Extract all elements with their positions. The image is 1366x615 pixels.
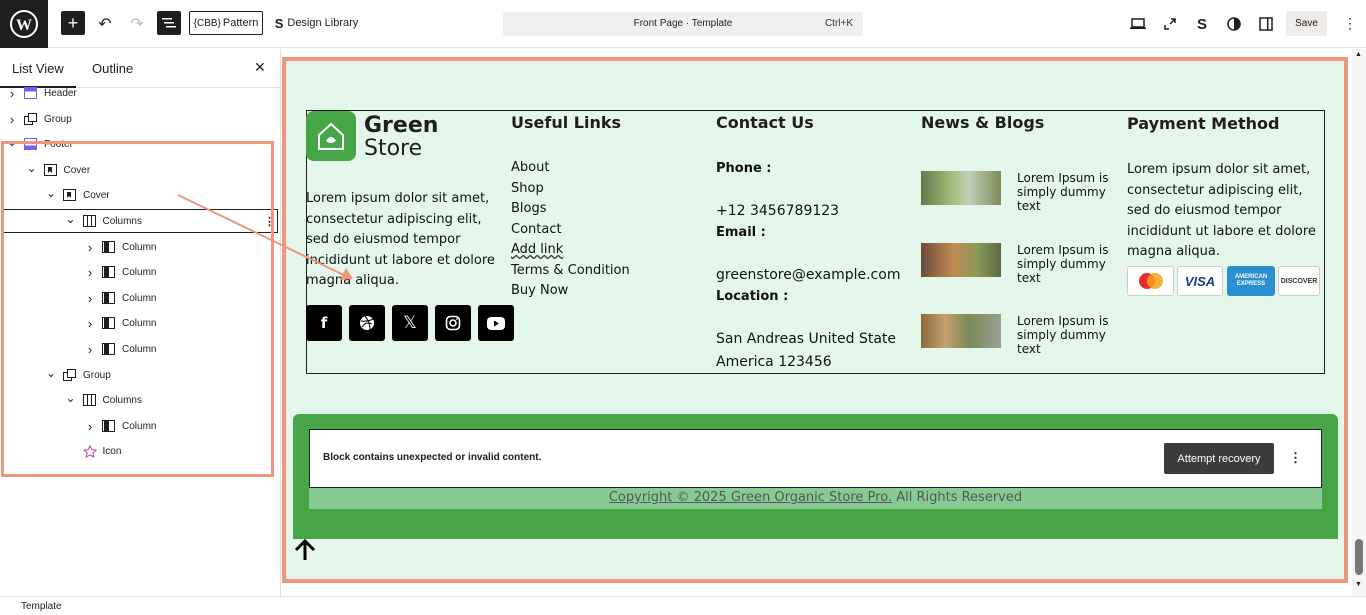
annotation-arrow bbox=[177, 194, 353, 280]
dribbble-icon[interactable] bbox=[349, 305, 385, 341]
instagram-icon[interactable] bbox=[435, 305, 471, 341]
link-terms[interactable]: Terms & Condition bbox=[511, 263, 630, 278]
scroll-thumb[interactable] bbox=[1355, 539, 1363, 575]
phone-label: Phone : bbox=[716, 161, 772, 176]
news-heading: News & Blogs bbox=[921, 113, 1045, 132]
discover-icon: DISCOVER bbox=[1278, 266, 1320, 296]
green-store-logo-icon bbox=[306, 111, 356, 161]
stackable-icon: S bbox=[274, 15, 284, 31]
design-library-button[interactable]: S Design Library bbox=[269, 11, 364, 35]
link-about[interactable]: About bbox=[511, 160, 549, 175]
wordpress-logo-icon[interactable]: W bbox=[0, 0, 48, 48]
scroll-up-icon[interactable]: ▲ bbox=[1355, 51, 1362, 58]
styles-icon[interactable] bbox=[1224, 14, 1244, 34]
mastercard-icon bbox=[1127, 266, 1174, 296]
visa-icon: VISA bbox=[1177, 266, 1223, 296]
amex-icon: AMERICAN EXPRESS bbox=[1227, 266, 1275, 296]
status-bar: Template bbox=[0, 596, 1366, 615]
stackable-settings-icon[interactable]: S bbox=[1192, 14, 1212, 34]
location-line1: San Andreas United State bbox=[716, 331, 897, 347]
news-thumbnail[interactable] bbox=[921, 171, 1001, 205]
svg-text:W: W bbox=[16, 17, 32, 34]
payment-text: Lorem ipsum dolor sit amet, consectetur … bbox=[1127, 162, 1316, 259]
payment-heading: Payment Method bbox=[1127, 114, 1280, 133]
pattern-button[interactable]: {CBB} Pattern bbox=[189, 11, 263, 35]
editor-top-bar: W + ↶ ↷ {CBB} Pattern S Design Library F… bbox=[0, 0, 1366, 48]
news-thumbnail[interactable] bbox=[921, 314, 1001, 348]
news-thumbnail[interactable] bbox=[921, 243, 1001, 277]
pattern-label: Pattern bbox=[222, 17, 259, 29]
tree-item-header[interactable]: › Header bbox=[0, 82, 280, 104]
copyright-suffix: All Rights Reserved bbox=[892, 490, 1023, 505]
location-line2: America 123456 bbox=[716, 354, 832, 370]
command-shortcut: Ctrl+K bbox=[824, 18, 853, 29]
header-icon bbox=[24, 87, 37, 99]
email-value: greenstore@example.com bbox=[716, 267, 901, 283]
undo-button[interactable]: ↶ bbox=[94, 11, 116, 37]
add-block-button[interactable]: + bbox=[61, 11, 85, 35]
document-title: Front Page · Template bbox=[633, 18, 733, 29]
group-icon bbox=[24, 113, 37, 125]
tree-item-label: Header bbox=[44, 87, 77, 99]
close-icon[interactable]: ✕ bbox=[254, 59, 266, 76]
tab-outline[interactable]: Outline bbox=[92, 61, 133, 76]
plus-icon: + bbox=[67, 12, 79, 33]
email-label: Email : bbox=[716, 225, 766, 240]
phone-value: +12 3456789123 bbox=[716, 203, 840, 219]
logo-text-store: Store bbox=[364, 136, 423, 161]
news-item-text[interactable]: Lorem Ipsum is simply dummy text bbox=[1017, 243, 1117, 285]
block-options-icon[interactable]: ⋮ bbox=[1289, 450, 1302, 466]
link-add-link[interactable]: Add link bbox=[511, 242, 563, 257]
tree-item-group[interactable]: › Group bbox=[0, 108, 280, 130]
design-library-label: Design Library bbox=[287, 17, 359, 29]
more-options-icon[interactable]: ⋮ bbox=[1343, 14, 1357, 34]
redo-button[interactable]: ↷ bbox=[126, 11, 148, 37]
logo-text-green: Green bbox=[364, 113, 439, 138]
document-bar[interactable]: Front Page · Template Ctrl+K bbox=[503, 12, 863, 36]
location-label: Location : bbox=[716, 289, 789, 304]
youtube-icon[interactable] bbox=[478, 305, 514, 341]
chevron-right-icon[interactable]: › bbox=[7, 86, 17, 101]
scroll-to-top-icon[interactable] bbox=[294, 538, 316, 562]
copyright-bar: Copyright © 2025 Green Organic Store Pro… bbox=[309, 488, 1322, 509]
x-twitter-icon[interactable]: 𝕏 bbox=[392, 305, 428, 341]
link-contact[interactable]: Contact bbox=[511, 222, 562, 237]
copyright-link[interactable]: Copyright © 2025 Green Organic Store Pro… bbox=[609, 490, 892, 505]
facebook-icon[interactable]: f bbox=[306, 305, 342, 341]
invalid-block-warning[interactable]: Block contains unexpected or invalid con… bbox=[309, 429, 1322, 488]
useful-links-heading: Useful Links bbox=[511, 113, 622, 132]
cbb-icon: {CBB} bbox=[193, 17, 221, 29]
warning-message: Block contains unexpected or invalid con… bbox=[323, 452, 542, 463]
tab-list-view[interactable]: List View bbox=[0, 61, 76, 88]
canvas-scrollbar[interactable]: ▲ ▼ bbox=[1352, 49, 1366, 596]
contact-heading: Contact Us bbox=[716, 113, 814, 132]
document-overview-button[interactable] bbox=[157, 11, 181, 35]
tree-item-label: Group bbox=[44, 113, 72, 125]
link-blogs[interactable]: Blogs bbox=[511, 201, 547, 216]
desktop-preview-icon[interactable] bbox=[1128, 14, 1148, 34]
external-preview-icon[interactable] bbox=[1160, 14, 1180, 34]
news-item-text[interactable]: Lorem Ipsum is simply dummy text bbox=[1017, 171, 1117, 213]
save-button[interactable]: Save bbox=[1286, 11, 1327, 36]
link-buy-now[interactable]: Buy Now bbox=[511, 283, 568, 298]
link-shop[interactable]: Shop bbox=[511, 181, 544, 196]
chevron-right-icon[interactable]: › bbox=[7, 112, 17, 127]
undo-icon: ↶ bbox=[98, 16, 112, 33]
settings-sidebar-icon[interactable] bbox=[1256, 14, 1276, 34]
list-view-icon bbox=[162, 18, 176, 28]
scroll-down-icon[interactable]: ▼ bbox=[1355, 581, 1362, 588]
news-item-text[interactable]: Lorem Ipsum is simply dummy text bbox=[1017, 314, 1117, 356]
attempt-recovery-button[interactable]: Attempt recovery bbox=[1164, 443, 1274, 474]
redo-icon: ↷ bbox=[130, 16, 144, 33]
breadcrumb-template[interactable]: Template bbox=[21, 601, 62, 612]
